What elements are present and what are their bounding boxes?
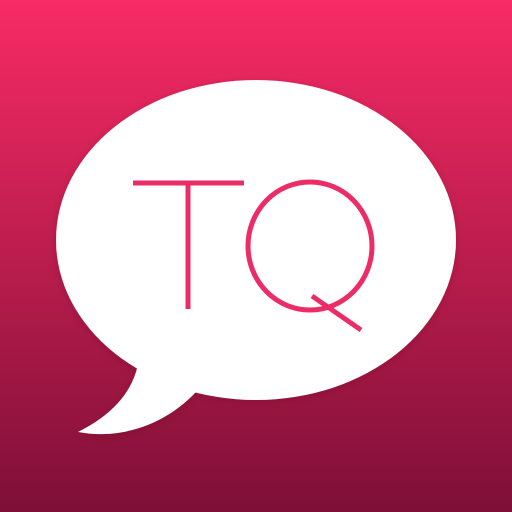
letter-t — [133, 180, 244, 309]
letter-q — [245, 179, 375, 333]
tq-monogram — [133, 179, 375, 333]
app-icon[interactable]: TQ — [0, 0, 512, 512]
